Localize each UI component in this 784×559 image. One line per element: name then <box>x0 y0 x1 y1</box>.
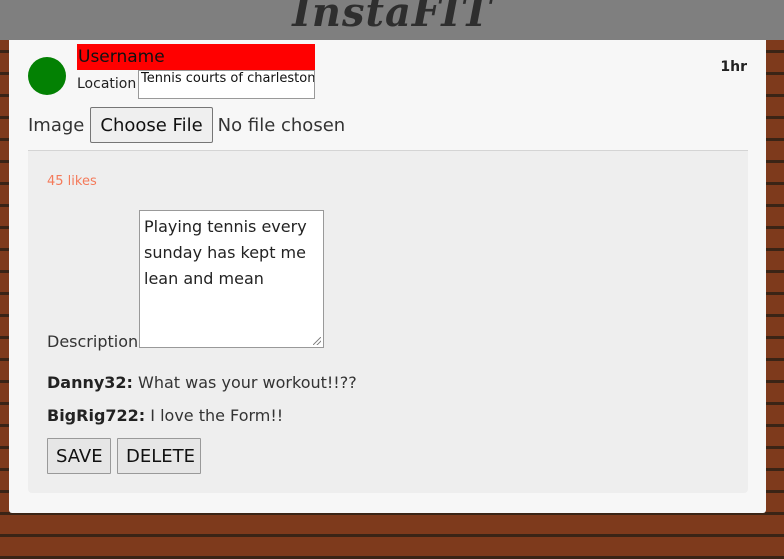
avatar <box>28 57 66 95</box>
image-label: Image <box>28 114 85 136</box>
save-button[interactable]: SAVE <box>47 438 111 474</box>
comment-item: BigRig722: I love the Form!! <box>47 406 283 425</box>
file-status: No file chosen <box>217 114 346 136</box>
description-textarea[interactable]: Playing tennis every sunday has kept me … <box>139 210 324 348</box>
location-label: Location <box>77 76 137 92</box>
comment-user: Danny32: <box>47 373 133 392</box>
comment-text: What was your workout!!?? <box>132 373 357 392</box>
post-details-panel: 45 likes Description Playing tennis ever… <box>28 151 748 493</box>
delete-button[interactable]: DELETE <box>117 438 201 474</box>
description-label: Description <box>47 332 139 351</box>
app-logo: InstaFIT <box>292 0 492 36</box>
app-header: InstaFIT <box>0 0 784 40</box>
likes-count: 45 likes <box>47 174 97 189</box>
post-time: 1hr <box>720 59 747 75</box>
comment-user: BigRig722: <box>47 406 146 425</box>
description-text: Playing tennis every sunday has kept me … <box>144 217 307 288</box>
comment-item: Danny32: What was your workout!!?? <box>47 373 357 392</box>
image-upload-row: Image Choose File No file chosen <box>28 106 345 144</box>
resize-handle-icon[interactable] <box>313 337 321 345</box>
comment-text: I love the Form!! <box>145 406 284 425</box>
post-card: Username Location Tennis courts of charl… <box>9 40 766 513</box>
location-input[interactable]: Tennis courts of charleston <box>138 70 315 99</box>
choose-file-button[interactable]: Choose File <box>90 107 213 143</box>
username-field[interactable]: Username <box>77 44 315 70</box>
